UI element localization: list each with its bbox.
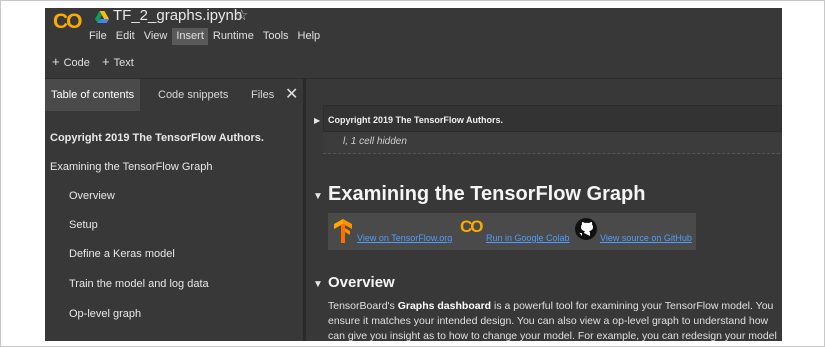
- tensorflow-logo-icon: [334, 219, 352, 243]
- toc-item-copyright[interactable]: Copyright 2019 The TensorFlow Authors.: [50, 132, 264, 144]
- tab-files[interactable]: Files: [251, 89, 274, 101]
- run-in-colab-link[interactable]: Run in Google Colab: [486, 233, 570, 243]
- notebook-title[interactable]: TF_2_graphs.ipynb: [113, 8, 242, 24]
- collapse-overview-icon[interactable]: ▼: [313, 279, 323, 290]
- toolbar: + Code + Text: [45, 45, 782, 79]
- menu-help[interactable]: Help: [294, 28, 325, 45]
- close-icon[interactable]: ✕: [285, 84, 298, 104]
- overview-text-start: TensorBoard's: [328, 300, 398, 312]
- overview-heading: Overview: [328, 274, 395, 291]
- google-drive-icon: [95, 11, 109, 23]
- sidebar: Table of contents Code snippets Files ✕ …: [45, 79, 306, 341]
- tab-code-snippets[interactable]: Code snippets: [158, 89, 228, 101]
- menu-file[interactable]: File: [85, 28, 111, 45]
- expand-section-icon[interactable]: ▶: [314, 116, 320, 125]
- toc-item-train-model[interactable]: Train the model and log data: [69, 278, 209, 290]
- colab-window: CO TF_2_graphs.ipynb ☆ File Edit View In…: [45, 8, 782, 341]
- github-icon: [575, 218, 597, 240]
- toc-item-define-keras-model[interactable]: Define a Keras model: [69, 248, 175, 260]
- plus-icon: +: [102, 54, 110, 69]
- add-code-button[interactable]: + Code: [52, 54, 90, 69]
- star-icon[interactable]: ☆: [235, 8, 248, 24]
- toc-item-overview[interactable]: Overview: [69, 190, 115, 202]
- menu-insert[interactable]: Insert: [172, 28, 208, 45]
- header: CO TF_2_graphs.ipynb ☆ File Edit View In…: [45, 8, 782, 45]
- toc-item-op-level-graph[interactable]: Op-level graph: [69, 308, 141, 320]
- menu-edit[interactable]: Edit: [112, 28, 139, 45]
- add-text-button[interactable]: + Text: [102, 54, 134, 69]
- colab-logo-icon: CO: [460, 217, 483, 236]
- tab-table-of-contents[interactable]: Table of contents: [45, 79, 141, 111]
- hidden-cells-text: l, 1 cell hidden: [343, 136, 407, 147]
- view-source-github-link[interactable]: View source on GitHub: [600, 233, 692, 243]
- menu-bar: File Edit View Insert Runtime Tools Help: [85, 28, 325, 45]
- menu-runtime[interactable]: Runtime: [209, 28, 258, 45]
- view-on-tensorflow-link[interactable]: View on TensorFlow.org: [357, 233, 452, 243]
- plus-icon: +: [52, 54, 60, 69]
- page-title: Examining the TensorFlow Graph: [328, 183, 646, 205]
- links-banner: View on TensorFlow.org CO Run in Google …: [328, 213, 696, 250]
- menu-view[interactable]: View: [140, 28, 172, 45]
- add-code-label: Code: [63, 57, 90, 69]
- menu-tools[interactable]: Tools: [259, 28, 293, 45]
- sidebar-tabs: Table of contents Code snippets Files ✕: [45, 79, 303, 111]
- screenshot-frame: CO TF_2_graphs.ipynb ☆ File Edit View In…: [0, 0, 825, 347]
- overview-paragraph: TensorBoard's Graphs dashboard is a powe…: [328, 299, 778, 341]
- copyright-heading: Copyright 2019 The TensorFlow Authors.: [328, 115, 504, 125]
- toc-item-examining-graph[interactable]: Examining the TensorFlow Graph: [50, 161, 212, 173]
- collapse-section-icon[interactable]: ▼: [313, 191, 323, 202]
- add-text-label: Text: [113, 57, 134, 69]
- colab-logo[interactable]: CO: [53, 10, 83, 36]
- overview-text-bold: Graphs dashboard: [397, 300, 492, 312]
- notebook-content: ▶ Copyright 2019 The TensorFlow Authors.…: [306, 79, 782, 341]
- toc-item-setup[interactable]: Setup: [69, 219, 98, 231]
- hidden-cells-row[interactable]: l, 1 cell hidden: [323, 131, 782, 154]
